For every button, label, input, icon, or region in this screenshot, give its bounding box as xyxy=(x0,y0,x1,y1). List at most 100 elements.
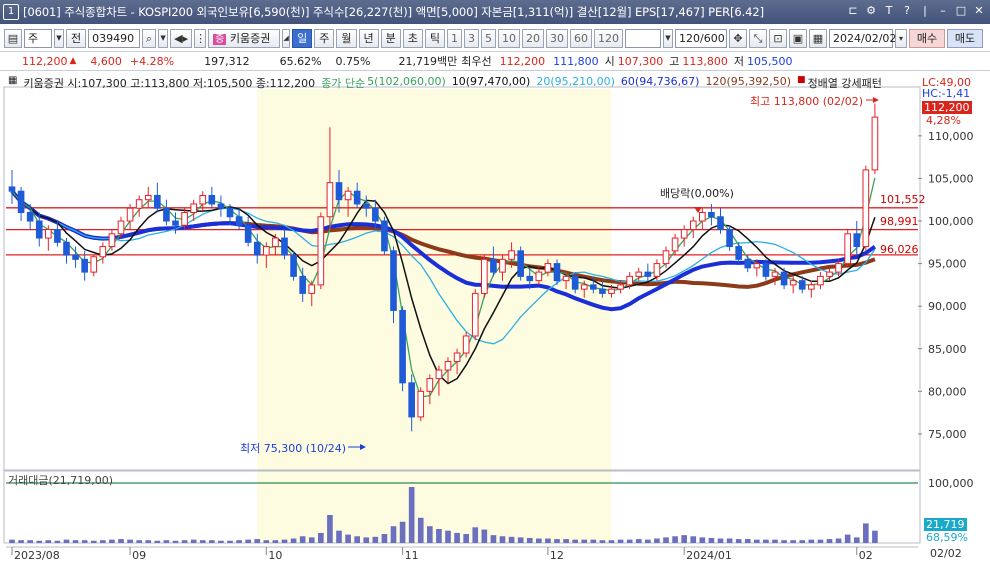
bar-count-input[interactable]: 120/600 xyxy=(675,28,727,48)
open-price: 107,300 xyxy=(617,54,664,68)
sell-button[interactable]: 매도 xyxy=(947,28,983,48)
settings-icon[interactable]: ⚙ xyxy=(864,3,878,19)
volume-bar xyxy=(63,539,70,543)
candle-body xyxy=(190,203,197,213)
interval-1[interactable]: 1 xyxy=(447,28,462,48)
chart-canvas[interactable]: 110,000 105,000 100,000 95,000 90,000 85,000 8… xyxy=(0,73,990,567)
candle-body xyxy=(481,258,488,294)
best-price-label: 최우선 xyxy=(461,55,492,68)
name-expand-icon[interactable]: ◢ xyxy=(282,28,291,48)
volume-bar xyxy=(572,539,578,543)
candle-body xyxy=(390,250,397,311)
link-icon[interactable]: ⊏ xyxy=(846,3,860,19)
font-icon[interactable]: T xyxy=(882,3,896,19)
date-picker-icon[interactable]: ▾ xyxy=(895,28,907,48)
tab-tick[interactable]: 틱 xyxy=(424,28,445,48)
legend-ma-label: 종가 단순 xyxy=(321,77,366,90)
candle-body xyxy=(490,258,497,273)
tab-month[interactable]: 월 xyxy=(336,28,357,48)
low-label: 저 xyxy=(733,55,744,68)
chart-settings-icon[interactable]: ▦ xyxy=(8,75,17,91)
tab-week[interactable]: 주 xyxy=(314,28,335,48)
price-chart[interactable]: 110,000 105,000 100,000 95,000 90,000 85,000 8… xyxy=(0,73,990,567)
interval-120[interactable]: 120 xyxy=(594,28,623,48)
help-icon[interactable]: ? xyxy=(900,3,914,19)
code-dropdown-icon[interactable]: ▼ xyxy=(158,28,169,48)
tab-second[interactable]: 초 xyxy=(402,28,423,48)
search-icon[interactable]: ⌕ xyxy=(142,28,157,48)
maximize-icon[interactable]: □ xyxy=(954,3,968,19)
volume-bar xyxy=(472,527,479,543)
chevron-down-icon[interactable]: ▼ xyxy=(54,28,64,48)
volume-bar xyxy=(763,539,769,543)
volume-bar xyxy=(526,537,533,543)
trend-tool-icon[interactable]: ⤡ xyxy=(749,28,767,48)
x-tick-label: 09 xyxy=(132,549,146,562)
up-arrow-icon: ▲ xyxy=(69,56,77,66)
interval-5[interactable]: 5 xyxy=(481,28,496,48)
interval-dropdown-icon[interactable]: ▼ xyxy=(663,28,673,48)
candle-body xyxy=(54,229,61,243)
volume-bar xyxy=(308,537,315,543)
speaker-icon[interactable]: ◀▸ xyxy=(170,28,193,48)
line-label-2: 98,991 xyxy=(880,215,919,228)
volume-bar xyxy=(281,539,288,543)
stock-name-label[interactable]: 증 키움증권 xyxy=(208,28,281,48)
last-price-box: 112,200 xyxy=(922,101,972,114)
candle-body xyxy=(462,335,470,354)
candle-body xyxy=(780,271,788,286)
candle-body xyxy=(326,182,334,218)
volume-bar xyxy=(735,539,742,543)
x-tick-label: 12 xyxy=(550,549,564,562)
candle-body xyxy=(835,263,842,273)
candle-body xyxy=(744,258,752,269)
prev-button[interactable]: 전 xyxy=(66,28,87,48)
volume-bar xyxy=(663,537,669,543)
legend-ma60: 60(94,736,67) xyxy=(620,75,700,88)
tab-year[interactable]: 년 xyxy=(358,28,379,48)
candle-body xyxy=(771,271,779,277)
candle-body xyxy=(789,280,797,286)
lock-icon[interactable]: ⊡ xyxy=(769,28,787,48)
list-icon[interactable]: ⋮ xyxy=(194,28,207,48)
close-icon[interactable]: ✕ xyxy=(972,3,986,19)
volume-bar xyxy=(100,540,106,543)
y-tick-label: 75,000 xyxy=(928,428,967,441)
interval-3[interactable]: 3 xyxy=(464,28,479,48)
period-select[interactable]: 주 xyxy=(24,28,52,48)
volume-bar xyxy=(72,540,79,543)
date-input[interactable]: 2024/02/02 xyxy=(829,28,896,48)
interval-20[interactable]: 20 xyxy=(522,28,544,48)
interval-60[interactable]: 60 xyxy=(570,28,592,48)
save-icon[interactable]: ▣ xyxy=(789,28,807,48)
interval-30[interactable]: 30 xyxy=(546,28,568,48)
volume-bar xyxy=(436,529,442,543)
legend-pattern: 정배열 강세패턴 xyxy=(807,77,882,90)
tab-day[interactable]: 일 xyxy=(292,28,313,48)
interval-10[interactable]: 10 xyxy=(498,28,520,48)
crosshair-icon[interactable]: ✥ xyxy=(729,28,747,48)
tab-minute[interactable]: 분 xyxy=(380,28,401,48)
volume-bar xyxy=(781,540,787,543)
minimize-icon[interactable]: – xyxy=(936,3,950,19)
candle-body xyxy=(226,207,234,218)
volume-bar xyxy=(626,539,633,543)
separator-icon: | xyxy=(923,4,927,17)
volume-bar xyxy=(808,539,815,543)
calendar-icon[interactable]: ▦ xyxy=(809,28,827,48)
candle-body xyxy=(72,254,79,260)
volume-pct: 68,59% xyxy=(926,531,968,544)
volume-bar xyxy=(399,521,406,543)
candle-body xyxy=(871,116,879,171)
candle-body xyxy=(335,182,343,201)
volume-bar xyxy=(345,534,351,543)
volume-bar xyxy=(181,540,188,543)
volume-bar xyxy=(127,539,133,543)
x-tick-label: 02 xyxy=(859,549,873,562)
chart-type-icon[interactable]: ▤ xyxy=(4,28,22,48)
stock-code-input[interactable]: 039490 xyxy=(88,28,141,48)
candle-body xyxy=(8,186,16,192)
custom-interval-input[interactable] xyxy=(625,28,661,48)
buy-button[interactable]: 매수 xyxy=(909,28,945,48)
candle-body xyxy=(499,258,506,273)
